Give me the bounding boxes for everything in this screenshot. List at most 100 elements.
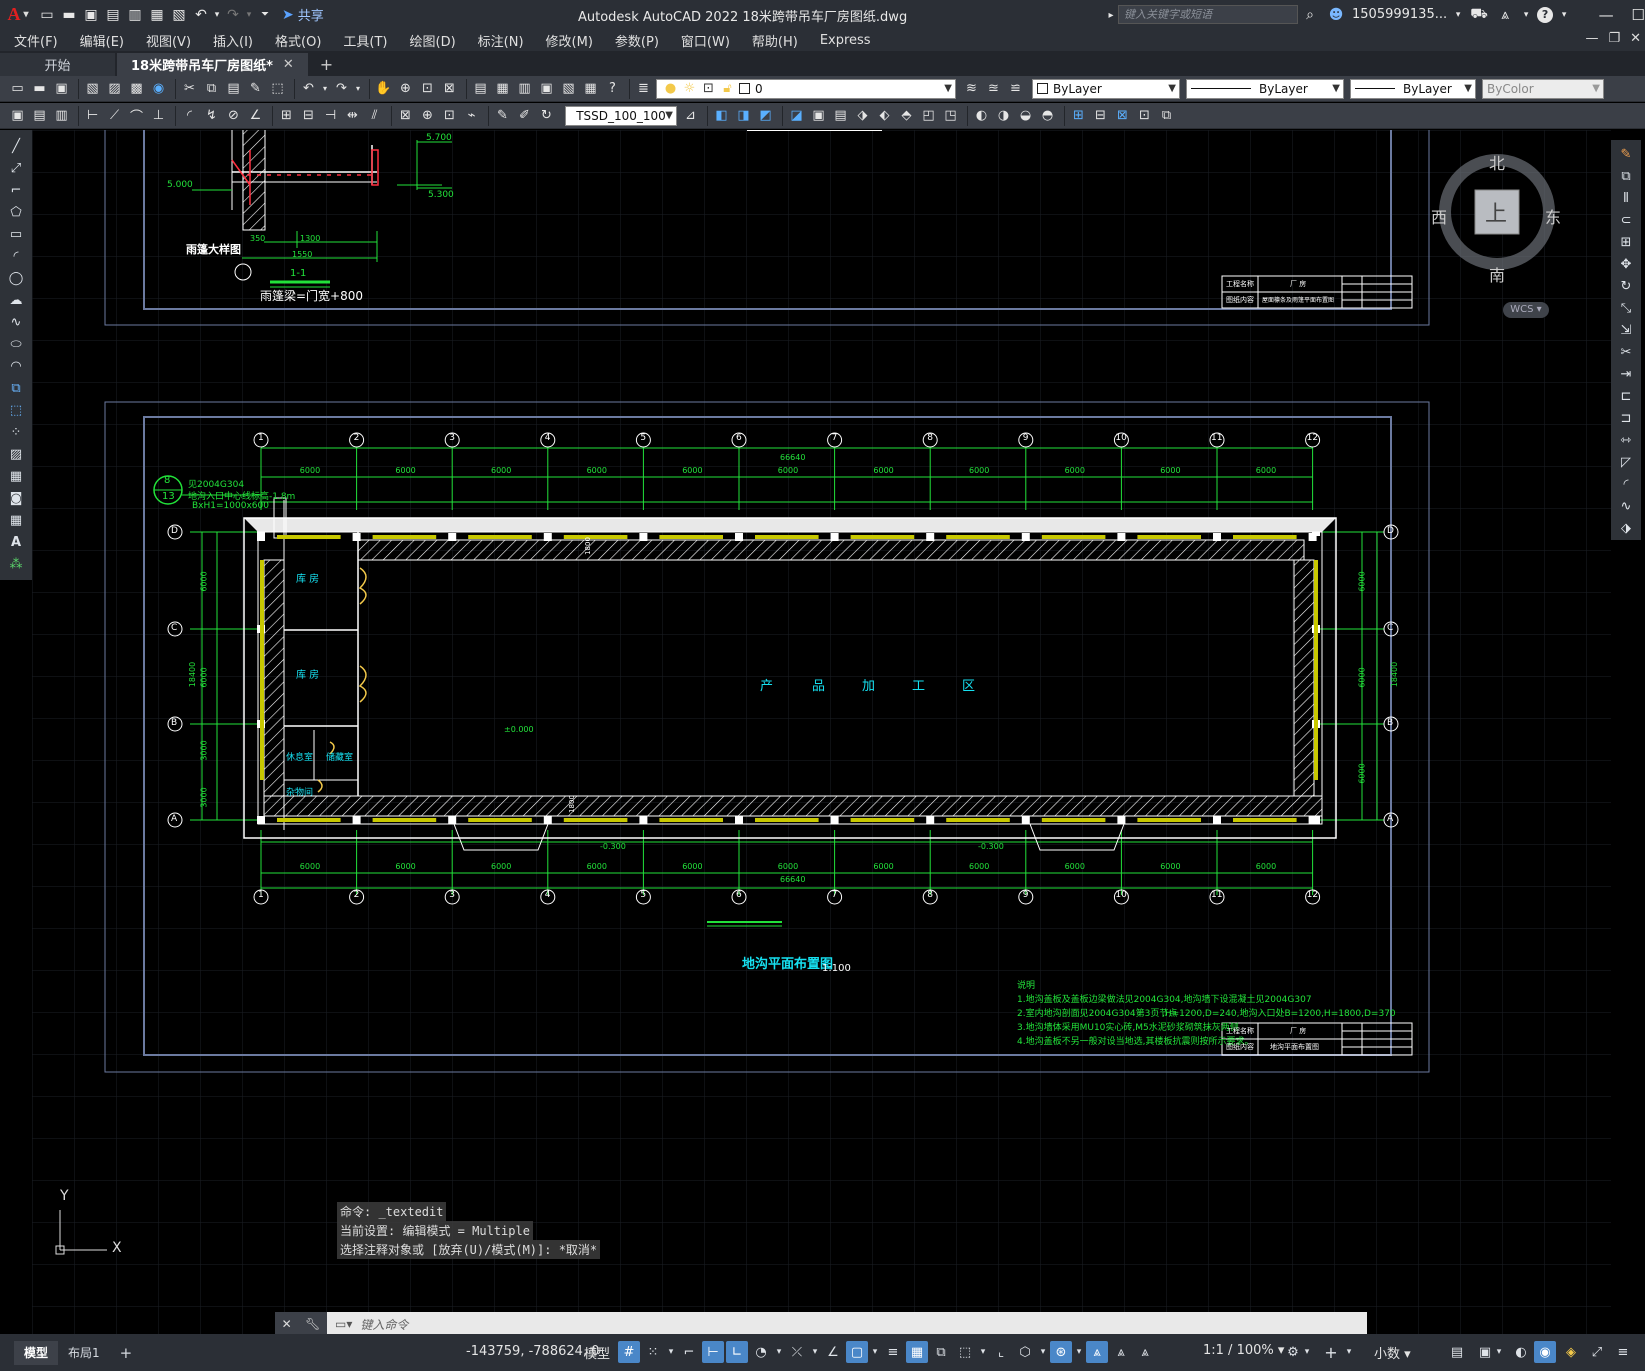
modify-tool-1-icon[interactable]: ◧ [712, 106, 731, 126]
save-as-icon[interactable]: ▤ [102, 4, 124, 26]
color-select[interactable]: ByLayer ▼ [1032, 78, 1180, 99]
command-close-icon[interactable]: ✕ [282, 1317, 292, 1331]
menu-dimension[interactable]: 标注(N) [478, 31, 524, 50]
menu-window[interactable]: 窗口(W) [681, 31, 730, 50]
command-customize-icon[interactable]: 🔧︎ [305, 1317, 320, 1331]
redo-icon[interactable]: ↷ [222, 4, 244, 26]
gizmo-icon[interactable]: ⊛ [1050, 1341, 1072, 1363]
spline-icon[interactable]: ∿ [5, 312, 27, 332]
move-icon[interactable]: ✥ [1615, 254, 1637, 274]
sheet-set-icon[interactable]: ▣ [537, 79, 556, 99]
modify-tool-16-icon[interactable]: ⊞ [1069, 106, 1088, 126]
tssd-icon-3[interactable]: ▥ [52, 106, 71, 126]
cart-icon[interactable]: ⛟ [1469, 6, 1489, 24]
menu-draw[interactable]: 绘图(D) [410, 31, 456, 50]
tab-drawing[interactable]: 18米跨带吊车厂房图纸* ✕ [117, 53, 308, 76]
lock-dropdown-icon[interactable]: ▾ [1494, 1341, 1504, 1363]
save-icon[interactable]: ▣ [80, 4, 102, 26]
customization-icon[interactable]: ⤢ [1586, 1341, 1608, 1363]
multiline-text-icon[interactable]: A [5, 532, 27, 552]
maximize-icon[interactable]: ☐ [1625, 6, 1645, 24]
redo-icon[interactable]: ↷ [332, 79, 351, 99]
cursor-coordinates[interactable]: -143759, -788624, 0 [466, 1344, 599, 1359]
gradient-icon[interactable]: ▦ [5, 466, 27, 486]
blend-curves-icon[interactable]: ∿ [1615, 496, 1637, 516]
new-file-icon[interactable]: ▭ [36, 4, 58, 26]
lineweight-select[interactable]: ByLayer ▼ [1350, 78, 1476, 99]
paste-icon[interactable]: ▤ [224, 79, 243, 99]
3d-osnap-icon[interactable]: ⬚ [954, 1341, 976, 1363]
user-dropdown-icon[interactable]: ▾ [1453, 10, 1463, 20]
array-icon[interactable]: ⊞ [1615, 232, 1637, 252]
gizmo-dropdown-icon[interactable]: ▾ [1074, 1341, 1084, 1363]
snap-icon[interactable]: ⁙ [642, 1341, 664, 1363]
angular-dim-icon[interactable]: ∠ [246, 106, 265, 126]
modify-tool-13-icon[interactable]: ◑ [994, 106, 1013, 126]
help-icon[interactable]: ? [603, 79, 622, 99]
dim-text-edit-icon[interactable]: ✐ [515, 106, 534, 126]
modify-tool-5-icon[interactable]: ▣ [809, 106, 828, 126]
modify-tool-3-icon[interactable]: ◩ [756, 106, 775, 126]
arc-icon[interactable]: ◜ [5, 246, 27, 266]
rotate-icon[interactable]: ↻ [1615, 276, 1637, 296]
ellipse-icon[interactable]: ⬭ [5, 334, 27, 354]
status-menu-icon[interactable]: ≡ [1612, 1341, 1634, 1363]
lock-ui-icon[interactable]: ▣ [1474, 1341, 1496, 1363]
viewcube-top-face[interactable]: 上 [1485, 196, 1507, 228]
inspection-icon[interactable]: ⊡ [440, 106, 459, 126]
viewcube-east[interactable]: 东 [1545, 204, 1561, 228]
revision-cloud-icon[interactable]: ☁ [5, 290, 27, 310]
fillet-icon[interactable]: ◜ [1615, 474, 1637, 494]
modify-tool-12-icon[interactable]: ◐ [972, 106, 991, 126]
3d-osnap-dropdown-icon[interactable]: ▾ [978, 1341, 988, 1363]
center-mark-icon[interactable]: ⊕ [418, 106, 437, 126]
aligned-dim-icon[interactable]: ⟋ [105, 106, 124, 126]
open-icon[interactable]: ▬ [30, 79, 49, 99]
modify-tool-7-icon[interactable]: ⬗ [853, 106, 872, 126]
tssd-icon-1[interactable]: ▣ [8, 106, 27, 126]
user-account[interactable]: 1505999135... [1352, 7, 1447, 22]
search-input[interactable]: 键入关键字或短语 [1118, 5, 1298, 24]
pan-icon[interactable]: ✋ [374, 79, 393, 99]
doc-restore-icon[interactable]: ❐ [1608, 31, 1620, 46]
add-layout-icon[interactable]: + [110, 1341, 143, 1365]
viewcube-north[interactable]: 北 [1489, 150, 1505, 174]
layer-state-icon[interactable]: ≌ [1006, 79, 1025, 99]
trim-icon[interactable]: ✂ [1615, 342, 1637, 362]
tab-model[interactable]: 模型 [14, 1340, 59, 1365]
modify-tool-4-icon[interactable]: ◪ [787, 106, 806, 126]
dim-edit-icon[interactable]: ✎ [493, 106, 512, 126]
dim-style-icon[interactable]: ⊿ [681, 106, 700, 126]
zoom-previous-icon[interactable]: ⊠ [440, 79, 459, 99]
insert-block-icon[interactable]: ⧉ [5, 378, 27, 398]
tab-layout1[interactable]: 布局1 [58, 1341, 110, 1365]
transparency-icon[interactable]: ▦ [906, 1341, 928, 1363]
menu-help[interactable]: 帮助(H) [752, 31, 798, 50]
tolerance-icon[interactable]: ⊠ [396, 106, 415, 126]
modify-tool-8-icon[interactable]: ⬖ [875, 106, 894, 126]
workspace-icon[interactable]: ⚙ [1282, 1341, 1304, 1363]
dynamic-input-icon[interactable]: ⊢ [702, 1341, 724, 1363]
continue-dim-icon[interactable]: ⊣ [321, 106, 340, 126]
break-icon[interactable]: ⊐ [1615, 408, 1637, 428]
new-tab-icon[interactable]: + [310, 53, 343, 76]
add-selected-icon[interactable]: ⁂ [5, 554, 27, 574]
polar-tracking-icon[interactable]: ◔ [750, 1341, 772, 1363]
copy-icon[interactable]: ⧉ [202, 79, 221, 99]
selection-cycling-icon[interactable]: ⧉ [930, 1341, 952, 1363]
undo-dropdown-icon[interactable]: ▾ [212, 4, 222, 26]
baseline-dim-icon[interactable]: ⊟ [299, 106, 318, 126]
modify-tool-9-icon[interactable]: ⬘ [897, 106, 916, 126]
modify-tool-6-icon[interactable]: ▤ [831, 106, 850, 126]
jogged-linear-icon[interactable]: ⌁ [462, 106, 481, 126]
redo-dropdown-icon[interactable]: ▾ [244, 4, 254, 26]
undo-icon[interactable]: ↶ [299, 79, 318, 99]
open-file-icon[interactable]: ▬ [58, 4, 80, 26]
search-icon[interactable]: ⌕ [1300, 7, 1320, 23]
help-icon[interactable]: ? [1537, 6, 1554, 23]
break-at-point-icon[interactable]: ⊏ [1615, 386, 1637, 406]
block-editor-icon[interactable]: ⬚ [268, 79, 287, 99]
iso-dropdown-icon[interactable]: ▾ [810, 1341, 820, 1363]
lineweight-icon[interactable]: ≡ [882, 1341, 904, 1363]
osnap-dropdown-icon[interactable]: ▾ [870, 1341, 880, 1363]
